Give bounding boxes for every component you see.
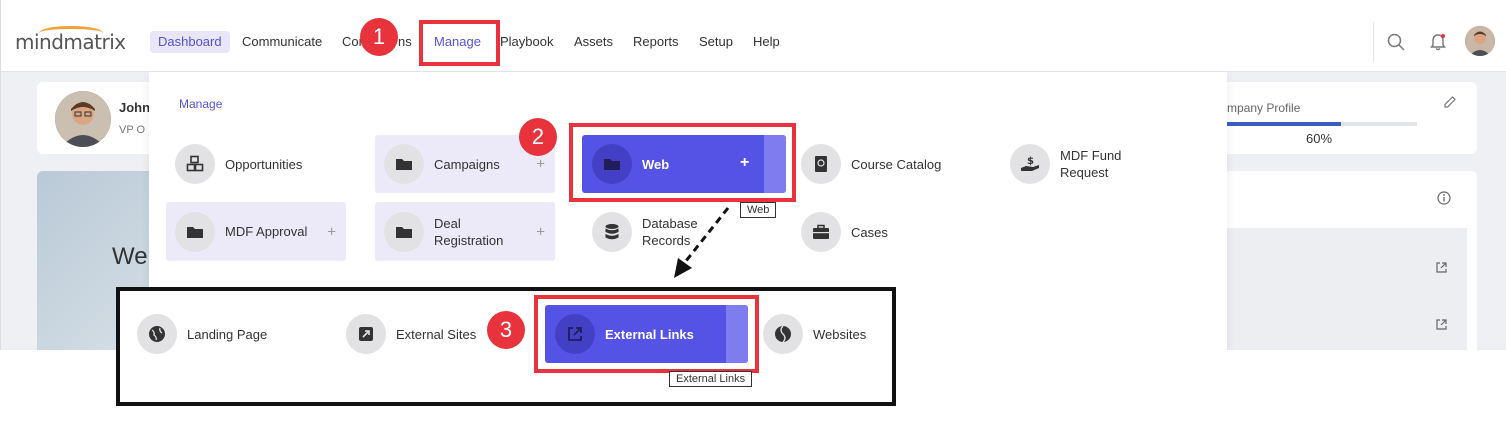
database-icon: [592, 212, 632, 252]
menu-item-deal-registration[interactable]: Deal Registration +: [375, 202, 555, 261]
submenu-item-landing-page[interactable]: Landing Page: [137, 314, 317, 354]
globe-dark-icon: [763, 314, 803, 354]
menu-item-label: MDF Fund Request: [1060, 148, 1122, 180]
menu-item-mdf-fund-request[interactable]: $ MDF Fund Request: [1010, 144, 1190, 184]
expand-plus-icon[interactable]: +: [536, 223, 545, 240]
dropdown-title: Manage: [179, 97, 223, 111]
submenu-item-label: Websites: [813, 326, 867, 342]
external-links-tooltip: External Links: [669, 371, 753, 387]
svg-text:$: $: [1027, 156, 1034, 167]
submenu-item-label: External Sites: [396, 326, 477, 342]
profile-avatar: [55, 91, 111, 147]
user-avatar[interactable]: [1465, 26, 1495, 56]
external-square-icon: [346, 314, 386, 354]
open-external-icon[interactable]: [1435, 318, 1448, 336]
menu-item-cases[interactable]: Cases: [801, 212, 981, 252]
edit-pencil-icon[interactable]: [1443, 95, 1457, 114]
menu-item-label: Campaigns: [434, 156, 500, 172]
menu-item-mdf-approval[interactable]: MDF Approval +: [166, 202, 346, 261]
search-icon[interactable]: [1384, 30, 1408, 54]
expand-plus-icon[interactable]: +: [327, 223, 336, 240]
callout-box-external-links: [534, 295, 759, 373]
step-badge-3: 3: [487, 311, 525, 349]
nav-help[interactable]: Help: [745, 31, 788, 53]
cubes-icon: [175, 144, 215, 184]
info-icon[interactable]: [1437, 191, 1451, 210]
nav-communicate[interactable]: Communicate: [234, 31, 330, 53]
profile-name: John: [119, 100, 151, 115]
profile-progress-track: [1227, 122, 1417, 126]
hand-dollar-icon: $: [1010, 144, 1050, 184]
submenu-item-websites[interactable]: Websites: [763, 314, 883, 354]
callout-box-manage: [419, 20, 500, 66]
briefcase-icon: [801, 212, 841, 252]
nav-playbook[interactable]: Playbook: [492, 31, 561, 53]
book-icon: [801, 144, 841, 184]
profile-completion-value: 60%: [1306, 131, 1333, 146]
open-external-icon[interactable]: [1435, 261, 1448, 279]
nav-dashboard[interactable]: Dashboard: [150, 31, 230, 53]
nav-setup[interactable]: Setup: [691, 31, 741, 53]
dashed-arrow: [674, 207, 730, 278]
folder-icon: [175, 211, 215, 252]
nav-reports[interactable]: Reports: [625, 31, 687, 53]
top-navigation-bar: mindmatrix Dashboard Communicate Con ns …: [1, 0, 1506, 72]
menu-item-opportunities[interactable]: Opportunities: [175, 144, 355, 184]
right-panel-list: [1225, 228, 1467, 350]
menu-item-label: Deal Registration: [434, 215, 504, 248]
menu-item-label: Opportunities: [225, 156, 303, 172]
bell-icon[interactable]: [1426, 30, 1450, 54]
profile-completion-label: mpany Profile: [1227, 101, 1301, 115]
menu-item-label: Cases: [851, 224, 888, 240]
globe-icon: [137, 314, 177, 354]
profile-role: VP O: [119, 124, 146, 136]
welcome-text-partial: We: [112, 243, 148, 270]
menu-item-label: Course Catalog: [851, 156, 942, 172]
step-badge-1: 1: [360, 18, 398, 56]
web-tooltip: Web: [740, 202, 777, 218]
nav-assets[interactable]: Assets: [566, 31, 621, 53]
callout-box-web: [569, 123, 796, 202]
submenu-item-label: Landing Page: [187, 326, 268, 342]
expand-plus-icon[interactable]: +: [536, 156, 545, 173]
folder-icon: [384, 144, 424, 184]
step-badge-2: 2: [519, 118, 557, 156]
folder-icon: [384, 211, 424, 252]
menu-item-label: MDF Approval: [225, 224, 308, 239]
menu-item-course-catalog[interactable]: Course Catalog: [801, 144, 981, 184]
header-divider: [1373, 22, 1374, 62]
profile-progress-fill: [1227, 122, 1341, 126]
logo: mindmatrix: [15, 30, 126, 54]
